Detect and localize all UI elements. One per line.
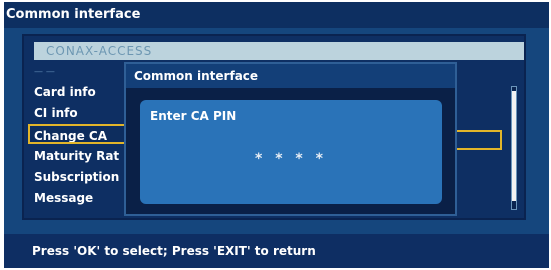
menu-header: CONAX-ACCESS: [34, 42, 524, 60]
menu-item-subscription[interactable]: Subscription: [34, 167, 134, 187]
status-hint: Press 'OK' to select; Press 'EXIT' to re…: [4, 234, 549, 268]
menu-item-ci-info[interactable]: CI info: [34, 103, 134, 123]
dialog-title: Common interface: [126, 64, 455, 88]
menu-item-message[interactable]: Message: [34, 188, 134, 208]
scrollbar[interactable]: [511, 86, 517, 210]
pin-dialog: Common interface Enter CA PIN * * * *: [124, 62, 457, 216]
dialog-body: Enter CA PIN * * * *: [140, 100, 442, 204]
scrollbar-thumb[interactable]: [512, 91, 516, 201]
window-title: Common interface: [4, 2, 549, 28]
pin-prompt: Enter CA PIN: [150, 109, 237, 123]
menu-item-card-info[interactable]: Card info: [34, 82, 134, 102]
menu-item-maturity-rating[interactable]: Maturity Rat: [34, 146, 134, 166]
pin-input[interactable]: * * * *: [140, 151, 442, 167]
screen: Common interface CONAX-ACCESS — — Card i…: [4, 2, 549, 268]
menu-item-hidden[interactable]: — —: [34, 62, 134, 82]
